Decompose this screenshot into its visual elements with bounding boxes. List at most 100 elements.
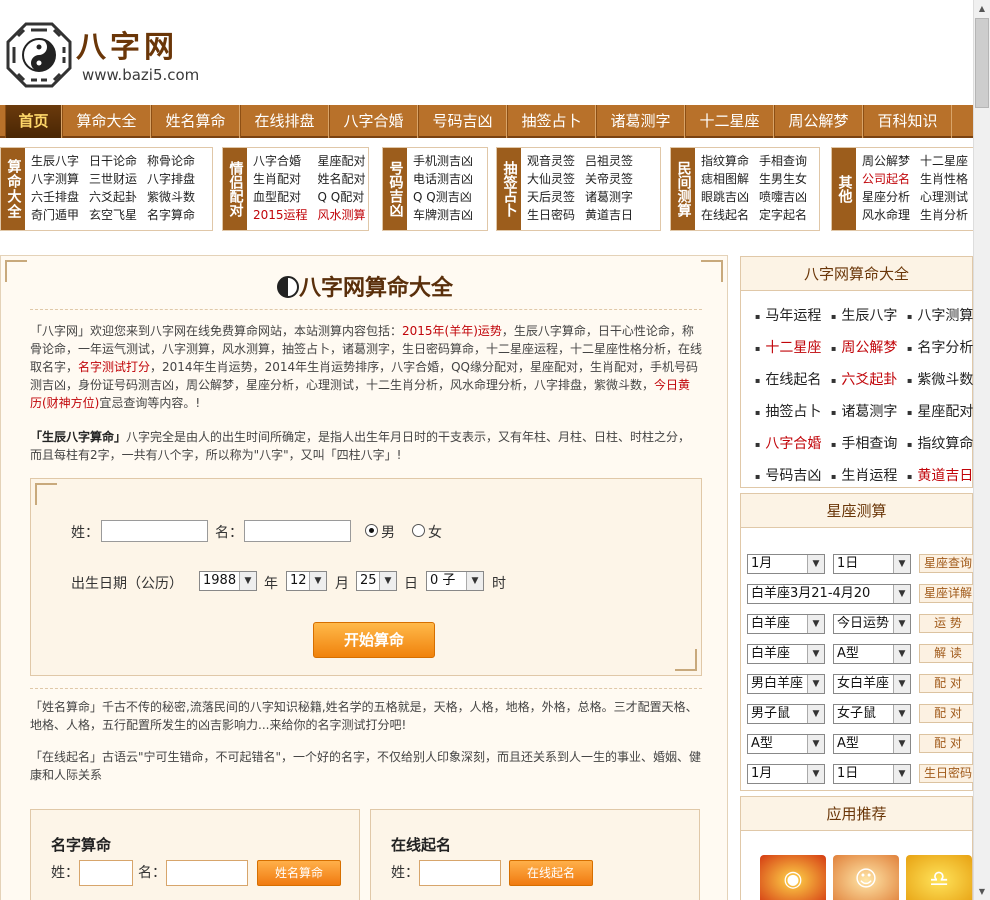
cat-link[interactable]: 痣相图解 [701, 170, 749, 188]
cat-link[interactable]: 生日密码 [527, 206, 575, 224]
cat-link[interactable]: 八字测算 [31, 170, 79, 188]
cat-link[interactable]: 喷嚏吉凶 [759, 188, 807, 206]
cat-link[interactable]: 六爻起卦 [89, 188, 137, 206]
cat-link[interactable]: 十二星座 [920, 152, 968, 170]
xingzuo-select[interactable]: 白羊座 ▼ [747, 644, 825, 664]
female-shengxiao-select[interactable]: 女子鼠 ▼ [833, 704, 911, 724]
cat-link[interactable]: 车牌测吉凶 [413, 206, 473, 224]
name-input[interactable] [244, 520, 351, 542]
blood-select[interactable]: A型 ▼ [833, 734, 911, 754]
birthday-code-button[interactable]: 生日密码 [919, 764, 977, 783]
cat-link[interactable]: 在线起名 [701, 206, 749, 224]
cat-link[interactable]: 生肖配对 [253, 170, 308, 188]
cat-link[interactable]: 诸葛测字 [585, 188, 633, 206]
xingzuo-query-button[interactable]: 星座查询 [919, 554, 977, 573]
nav-paipan[interactable]: 在线排盘 [240, 105, 329, 138]
start-suanming-button[interactable]: 开始算命 [313, 622, 435, 658]
vertical-scrollbar[interactable]: ▲ ▼ [973, 0, 990, 900]
sidebar-link[interactable]: 名字分析 [907, 337, 983, 357]
blood-select[interactable]: A型 ▼ [747, 734, 825, 754]
cat-link[interactable]: 观音灵签 [527, 152, 575, 170]
name-box-name-input[interactable] [166, 860, 248, 886]
day-select[interactable]: 1日 ▼ [833, 764, 911, 784]
sidebar-link[interactable]: 生辰八字 [831, 305, 907, 325]
sidebar-link[interactable]: 八字测算 [907, 305, 983, 325]
cat-link[interactable]: 名字算命 [147, 206, 195, 224]
cat-link[interactable]: Q Q测吉凶 [413, 188, 473, 206]
cat-link[interactable]: 手机测吉凶 [413, 152, 473, 170]
cat-link[interactable]: 八字合婚 [253, 152, 308, 170]
nav-xingzuo[interactable]: 十二星座 [685, 105, 774, 138]
nav-name[interactable]: 姓名算命 [151, 105, 240, 138]
day-select[interactable]: 25 ▼ [356, 571, 397, 591]
cat-link[interactable]: Q Q配对 [318, 188, 366, 206]
cat-link[interactable]: 奇门遁甲 [31, 206, 79, 224]
nav-jiemeng[interactable]: 周公解梦 [774, 105, 863, 138]
nav-suanming[interactable]: 算命大全 [62, 105, 151, 138]
cat-link[interactable]: 日干论命 [89, 152, 137, 170]
nav-baike[interactable]: 百科知识 [863, 105, 952, 138]
nav-haoma[interactable]: 号码吉凶 [418, 105, 507, 138]
xingzuo-select[interactable]: 白羊座 ▼ [747, 614, 825, 634]
cat-link[interactable]: 2015运程 [253, 206, 308, 224]
cat-link[interactable]: 周公解梦 [862, 152, 910, 170]
cat-link[interactable]: 电话测吉凶 [413, 170, 473, 188]
year-select[interactable]: 1988 ▼ [199, 571, 257, 591]
peidui-button[interactable]: 配 对 [919, 704, 977, 723]
scroll-thumb[interactable] [975, 18, 989, 108]
hour-select[interactable]: 0 子 ▼ [426, 571, 484, 591]
link-name-test[interactable]: 名字测试打分 [78, 360, 150, 374]
sidebar-link[interactable]: 在线起名 [755, 369, 831, 389]
cat-link[interactable]: 关帝灵签 [585, 170, 633, 188]
sidebar-link[interactable]: 马年运程 [755, 305, 831, 325]
sidebar-link[interactable]: 指纹算命 [907, 433, 983, 453]
peidui-button[interactable]: 配 对 [919, 734, 977, 753]
cat-link[interactable]: 星座配对 [318, 152, 366, 170]
nav-cezi[interactable]: 诸葛测字 [596, 105, 685, 138]
month-select[interactable]: 1月 ▼ [747, 764, 825, 784]
name-box-surname-input[interactable] [79, 860, 133, 886]
scroll-up-icon[interactable]: ▲ [974, 0, 990, 17]
qiming-surname-input[interactable] [419, 860, 501, 886]
cat-link[interactable]: 天后灵签 [527, 188, 575, 206]
qiming-button[interactable]: 在线起名 [509, 860, 593, 886]
nav-home[interactable]: 首页 [5, 105, 62, 138]
sidebar-link[interactable]: 诸葛测字 [831, 401, 907, 421]
link-2015[interactable]: 2015年(羊年)运势 [402, 324, 502, 338]
peidui-button[interactable]: 配 对 [919, 674, 977, 693]
female-radio[interactable] [412, 524, 425, 537]
cat-link[interactable]: 生辰八字 [31, 152, 79, 170]
name-test-button[interactable]: 姓名算命 [257, 860, 341, 886]
month-select[interactable]: 12 ▼ [286, 571, 327, 591]
cat-link[interactable]: 称骨论命 [147, 152, 195, 170]
cat-link[interactable]: 紫微斗数 [147, 188, 195, 206]
day-select[interactable]: 1日 ▼ [833, 554, 911, 574]
app-coin-icon[interactable]: ◉ [760, 855, 826, 900]
cat-link[interactable]: 风水命理 [862, 206, 910, 224]
app-libra-icon[interactable]: ♎ [906, 855, 972, 900]
month-select[interactable]: 1月 ▼ [747, 554, 825, 574]
male-shengxiao-select[interactable]: 男子鼠 ▼ [747, 704, 825, 724]
sidebar-link[interactable]: 手相查询 [831, 433, 907, 453]
sidebar-link[interactable]: 黄道吉日 [907, 465, 983, 485]
yunshi-button[interactable]: 运 势 [919, 614, 977, 633]
cat-link[interactable]: 星座分析 [862, 188, 910, 206]
cat-link[interactable]: 风水测算 [318, 206, 366, 224]
cat-link[interactable]: 生男生女 [759, 170, 807, 188]
jiedu-button[interactable]: 解 读 [919, 644, 977, 663]
male-radio[interactable] [365, 524, 378, 537]
cat-link[interactable]: 黄道吉日 [585, 206, 633, 224]
cat-link[interactable]: 生肖分析 [920, 206, 968, 224]
cat-link[interactable]: 六壬排盘 [31, 188, 79, 206]
cat-link[interactable]: 指纹算命 [701, 152, 749, 170]
sidebar-link[interactable]: 紫微斗数 [907, 369, 983, 389]
cat-link[interactable]: 姓名配对 [318, 170, 366, 188]
xingzuo-detail-button[interactable]: 星座详解 [919, 584, 977, 603]
sidebar-link[interactable]: 八字合婚 [755, 433, 831, 453]
cat-link[interactable]: 吕祖灵签 [585, 152, 633, 170]
cat-link[interactable]: 公司起名 [862, 170, 910, 188]
male-xingzuo-select[interactable]: 男白羊座 ▼ [747, 674, 825, 694]
app-guanyin-icon[interactable]: ☺ [833, 855, 899, 900]
cat-link[interactable]: 心理测试 [920, 188, 968, 206]
sidebar-link[interactable]: 抽签占卜 [755, 401, 831, 421]
